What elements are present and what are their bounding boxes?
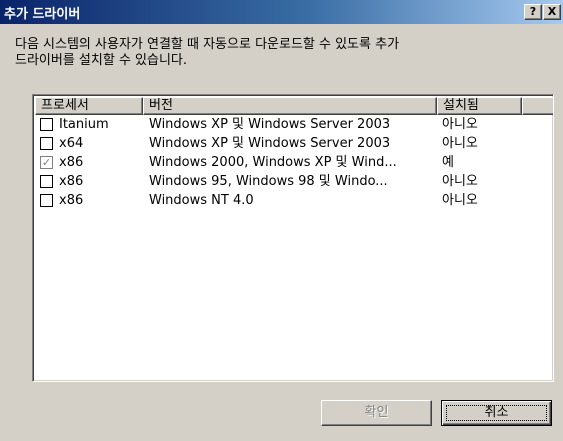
ok-button[interactable]: 확인 (321, 400, 432, 426)
title-bar[interactable]: 추가 드라이버 ? X (0, 0, 563, 24)
column-header-installed[interactable]: 설치됨 (437, 97, 522, 115)
row-version: Windows 95, Windows 98 및 Windo... (149, 174, 388, 189)
row-version: Windows 2000, Windows XP 및 Wind... (149, 155, 397, 170)
cancel-button-label: 취소 (484, 405, 509, 420)
row-installed: 아니오 (442, 117, 478, 132)
list-row-itanium[interactable]: Itanium Windows XP 및 Windows Server 2003… (35, 115, 553, 134)
list-row-x64[interactable]: x64 Windows XP 및 Windows Server 2003 아니오 (35, 134, 553, 153)
row-processor: x86 (59, 193, 84, 208)
row-checkbox-checked-disabled: ✓ (40, 156, 53, 169)
row-version: Windows XP 및 Windows Server 2003 (149, 117, 391, 132)
row-installed: 아니오 (442, 174, 478, 189)
drivers-list[interactable]: 프로세서 버전 설치됨 Itanium Windows XP 및 Windows… (32, 94, 554, 382)
row-checkbox[interactable] (40, 175, 53, 188)
list-row-x86-95[interactable]: x86 Windows 95, Windows 98 및 Windo... 아니… (35, 172, 553, 191)
row-checkbox[interactable] (40, 118, 53, 131)
row-processor: x64 (59, 136, 84, 151)
column-header-processor[interactable]: 프로세서 (35, 97, 143, 115)
add-drivers-dialog: 추가 드라이버 ? X 다음 시스템의 사용자가 연결할 때 자동으로 다운로드… (0, 0, 563, 441)
row-processor: x86 (59, 174, 84, 189)
list-header: 프로세서 버전 설치됨 (35, 97, 553, 115)
list-row-x86-nt4[interactable]: x86 Windows NT 4.0 아니오 (35, 191, 553, 210)
row-version: Windows NT 4.0 (149, 193, 254, 208)
column-header-filler (522, 97, 553, 115)
close-button[interactable]: X (543, 4, 561, 20)
row-checkbox[interactable] (40, 194, 53, 207)
list-row-x86-2000[interactable]: ✓ x86 Windows 2000, Windows XP 및 Wind...… (35, 153, 553, 172)
help-button[interactable]: ? (524, 4, 542, 20)
row-installed: 아니오 (442, 193, 478, 208)
row-installed: 아니오 (442, 136, 478, 151)
description-text: 다음 시스템의 사용자가 연결할 때 자동으로 다운로드할 수 있도록 추가 드… (15, 37, 400, 68)
row-version: Windows XP 및 Windows Server 2003 (149, 136, 391, 151)
row-installed: 예 (442, 155, 454, 170)
row-checkbox[interactable] (40, 137, 53, 150)
cancel-button[interactable]: 취소 (441, 400, 552, 426)
column-header-version[interactable]: 버전 (143, 97, 437, 115)
window-title: 추가 드라이버 (4, 7, 81, 22)
row-processor: x86 (59, 155, 84, 170)
list-rows: Itanium Windows XP 및 Windows Server 2003… (35, 115, 553, 210)
row-processor: Itanium (59, 117, 109, 132)
